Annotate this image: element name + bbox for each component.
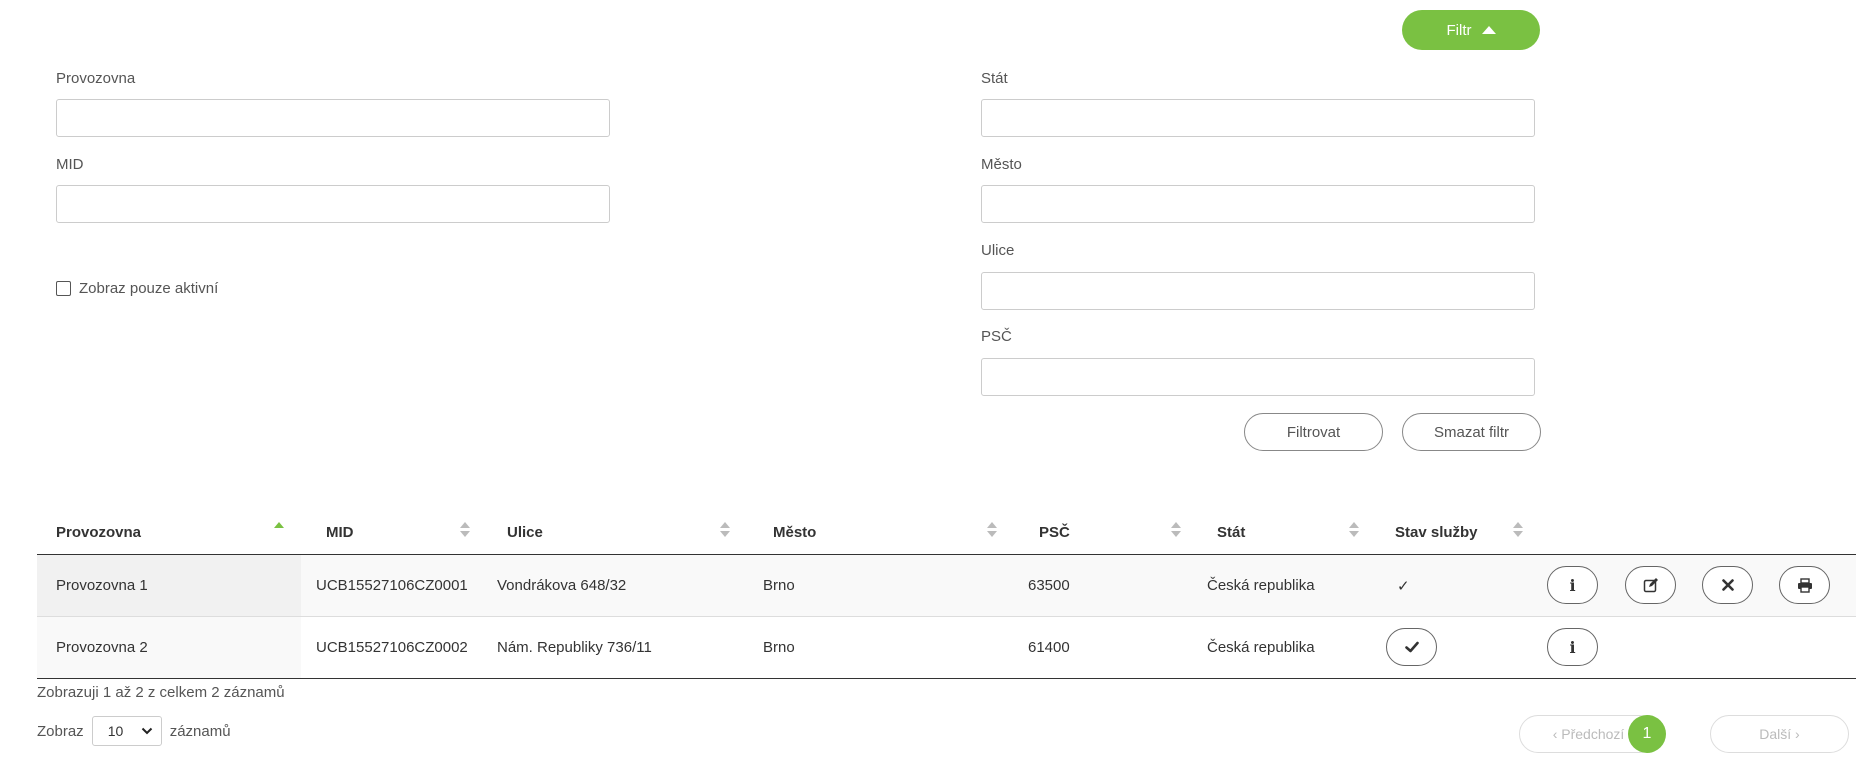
next-page-button[interactable]: Další › [1710, 715, 1849, 753]
table-row: Provozovna 1 UCB15527106CZ0001 Vondrákov… [37, 555, 1856, 617]
table-info: Zobrazuji 1 až 2 z celkem 2 záznamů [37, 684, 285, 701]
current-page-button[interactable]: 1 [1628, 715, 1666, 753]
mesto-input[interactable] [981, 185, 1535, 223]
column-header-mesto[interactable]: Město [773, 510, 816, 554]
cell-stav-sluzby: ✓ [1397, 577, 1410, 595]
cell-ulice: Nám. Republiky 736/11 [497, 639, 652, 656]
cell-psc: 61400 [1028, 639, 1070, 656]
activate-button[interactable] [1386, 628, 1437, 666]
sort-icon[interactable] [460, 522, 470, 540]
table-row: Provozovna 2 UCB15527106CZ0002 Nám. Repu… [37, 617, 1856, 678]
info-button[interactable]: i [1547, 628, 1598, 666]
sort-icon[interactable] [720, 522, 730, 540]
clear-filter-button[interactable]: Smazat filtr [1402, 413, 1541, 451]
only-active-label: Zobraz pouze aktivní [79, 280, 219, 297]
sort-icon[interactable] [1171, 522, 1181, 540]
column-header-stat[interactable]: Stát [1217, 510, 1245, 554]
cell-mid: UCB15527106CZ0002 [316, 639, 468, 656]
page-length-select[interactable]: 10 [91, 716, 162, 746]
cell-mesto: Brno [763, 639, 795, 656]
filter-toggle-button[interactable]: Filtr [1402, 10, 1540, 50]
chevron-down-icon [141, 727, 152, 735]
sort-icon[interactable] [987, 522, 997, 540]
page-length-suffix: záznamů [169, 722, 231, 740]
psc-input[interactable] [981, 358, 1535, 396]
check-icon [1404, 641, 1419, 653]
close-icon [1721, 579, 1734, 591]
column-header-mid[interactable]: MID [326, 510, 354, 554]
cell-stat: Česká republika [1207, 577, 1315, 594]
cell-mid: UCB15527106CZ0001 [316, 577, 468, 594]
table-bottom-divider [37, 678, 1856, 679]
info-icon: i [1569, 575, 1576, 595]
edit-button[interactable] [1625, 566, 1676, 604]
filter-toggle-label: Filtr [1446, 21, 1472, 39]
page-length-value: 10 [107, 723, 124, 739]
info-button[interactable]: i [1547, 566, 1598, 604]
ulice-input[interactable] [981, 272, 1535, 310]
apply-filter-button[interactable]: Filtrovat [1244, 413, 1383, 451]
ulice-label: Ulice [981, 242, 1015, 259]
stat-input[interactable] [981, 99, 1535, 137]
sort-icon[interactable] [1513, 522, 1523, 540]
psc-label: PSČ [981, 328, 1012, 345]
sort-icon[interactable] [1349, 522, 1359, 540]
only-active-filter[interactable]: Zobraz pouze aktivní [56, 280, 218, 297]
cell-stat: Česká republika [1207, 639, 1315, 656]
cell-provozovna: Provozovna 2 [56, 639, 148, 656]
cell-provozovna: Provozovna 1 [56, 577, 148, 594]
print-icon [1797, 577, 1812, 593]
provozovna-input[interactable] [56, 99, 610, 137]
column-header-stav-sluzby[interactable]: Stav služby [1395, 510, 1478, 554]
provozovna-label: Provozovna [56, 70, 136, 87]
column-header-psc[interactable]: PSČ [1039, 510, 1070, 554]
info-icon: i [1569, 637, 1576, 657]
cell-psc: 63500 [1028, 577, 1070, 594]
print-button[interactable] [1779, 566, 1830, 604]
cell-mesto: Brno [763, 577, 795, 594]
sort-asc-icon[interactable] [274, 522, 284, 540]
cell-ulice: Vondrákova 648/32 [497, 577, 627, 594]
edit-icon [1643, 578, 1658, 593]
mesto-label: Město [981, 156, 1022, 173]
column-header-ulice[interactable]: Ulice [507, 510, 543, 554]
stat-label: Stát [981, 70, 1008, 87]
delete-button[interactable] [1702, 566, 1753, 604]
chevron-up-icon [1481, 26, 1496, 34]
mid-input[interactable] [56, 185, 610, 223]
page-length-prefix: Zobraz [37, 722, 84, 740]
only-active-checkbox[interactable] [56, 281, 71, 296]
page-length-control: Zobraz 10 záznamů [37, 716, 231, 746]
mid-label: MID [56, 156, 84, 173]
column-header-provozovna[interactable]: Provozovna [56, 510, 141, 554]
